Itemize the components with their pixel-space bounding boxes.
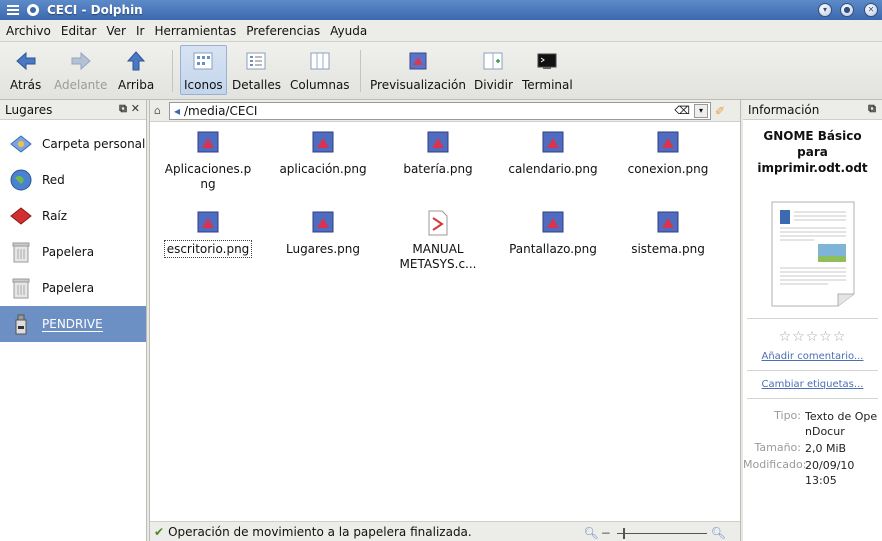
forward-button[interactable]: Adelante <box>54 46 107 92</box>
trash-icon <box>8 275 34 301</box>
check-icon: ✔ <box>154 524 165 539</box>
main-toolbar: Atrás Adelante Arriba Iconos Detalles Co… <box>0 42 882 100</box>
pdf-file-icon <box>388 208 488 238</box>
selected-file-name: GNOME Básico para imprimir.odt.odt <box>757 129 868 175</box>
menu-editar[interactable]: Editar <box>61 24 97 38</box>
menu-ver[interactable]: Ver <box>106 24 126 38</box>
image-file-icon <box>618 208 718 238</box>
terminal-button[interactable]: Terminal <box>522 46 573 92</box>
icons-view-button[interactable]: Iconos <box>180 45 227 95</box>
split-button[interactable]: Dividir <box>474 46 513 92</box>
info-header: Información ⧉ <box>743 100 882 120</box>
toolbar-separator <box>360 50 361 92</box>
file-item[interactable]: Pantallazo.png <box>503 208 603 257</box>
menu-preferencias[interactable]: Preferencias <box>246 24 320 38</box>
places-panel: Lugares ⧉ ✕ Carpeta personal Red Raíz Pa… <box>0 100 147 541</box>
home-icon <box>8 131 34 157</box>
location-dropdown[interactable]: ▾ <box>693 103 708 118</box>
image-file-icon <box>158 128 258 158</box>
location-bar: ⌂ ◂ /media/CECI ⌫ ▾ ✐ <box>150 100 740 122</box>
menu-ir[interactable]: Ir <box>136 24 144 38</box>
place-root[interactable]: Raíz <box>0 198 146 234</box>
image-file-icon <box>273 208 373 238</box>
menu-archivo[interactable]: Archivo <box>6 24 51 38</box>
place-trash-1[interactable]: Papelera <box>0 234 146 270</box>
menu-herramientas[interactable]: Herramientas <box>154 24 236 38</box>
zoom-track[interactable] <box>616 527 707 539</box>
preview-icon <box>408 46 428 76</box>
arrow-up-icon <box>126 46 146 76</box>
location-mode-icon[interactable]: ⌂ <box>154 104 161 117</box>
panel-float-close-icons[interactable]: ⧉ ✕ <box>119 102 140 116</box>
information-panel: Información ⧉ GNOME Básico para imprimir… <box>743 100 882 541</box>
image-file-icon <box>503 208 603 238</box>
place-trash-2[interactable]: Papelera <box>0 270 146 306</box>
dolphin-app-icon <box>27 4 39 16</box>
maximize-button[interactable]: ● <box>840 3 854 17</box>
bookmark-folder-icon[interactable]: ✐ <box>715 104 725 118</box>
image-file-icon <box>273 128 373 158</box>
window-menu-icon[interactable] <box>7 5 19 15</box>
zoom-thumb[interactable] <box>622 527 625 539</box>
window-title: CECI - Dolphin <box>47 3 143 17</box>
places-header: Lugares ⧉ ✕ <box>0 100 146 120</box>
file-item[interactable]: MANUAL METASYS.c... <box>388 208 488 272</box>
change-tags-link[interactable]: Cambiar etiquetas... <box>743 379 882 390</box>
file-item[interactable]: calendario.png <box>503 128 603 177</box>
columns-view-icon <box>310 46 330 76</box>
network-icon <box>8 167 34 193</box>
menubar: Archivo Editar Ver Ir Herramientas Prefe… <box>0 20 882 42</box>
document-preview <box>768 198 858 310</box>
split-view-icon <box>483 46 503 76</box>
status-bar: ✔ Operación de movimiento a la papelera … <box>150 521 740 541</box>
zoom-slider[interactable]: 🔍︎ − 🔍︎ <box>583 526 726 540</box>
arrow-left-icon <box>15 46 37 76</box>
file-item[interactable]: conexion.png <box>618 128 718 177</box>
file-view: ⌂ ◂ /media/CECI ⌫ ▾ ✐ Aplicaciones.p ng … <box>149 100 741 541</box>
image-file-icon <box>388 128 488 158</box>
image-file-icon <box>618 128 718 158</box>
file-item[interactable]: Lugares.png <box>273 208 373 257</box>
minimize-button[interactable]: ▾ <box>818 3 832 17</box>
panel-float-icon[interactable]: ⧉ <box>868 102 876 116</box>
file-item[interactable]: aplicación.png <box>273 128 373 177</box>
place-network[interactable]: Red <box>0 162 146 198</box>
usb-drive-icon <box>8 311 34 337</box>
location-field[interactable]: ◂ /media/CECI ⌫ ▾ <box>168 101 711 120</box>
place-home[interactable]: Carpeta personal <box>0 126 146 162</box>
image-file-icon <box>158 208 258 238</box>
clear-location-icon[interactable]: ⌫ <box>674 104 690 117</box>
file-item[interactable]: escritorio.png <box>158 208 258 258</box>
rating-stars[interactable]: ☆☆☆☆☆ <box>743 329 882 345</box>
zoom-in-icon[interactable]: 🔍︎ <box>711 526 726 540</box>
up-button[interactable]: Arriba <box>118 46 154 92</box>
file-item[interactable]: Aplicaciones.p ng <box>158 128 258 192</box>
close-button[interactable]: ✕ <box>864 3 878 17</box>
details-view-button[interactable]: Detalles <box>232 46 281 92</box>
preview-button[interactable]: Previsualización <box>370 46 466 92</box>
zoom-out-icon[interactable]: 🔍︎ <box>583 526 598 540</box>
image-file-icon <box>503 128 603 158</box>
terminal-icon <box>537 46 557 76</box>
toolbar-separator <box>172 50 173 92</box>
columns-view-button[interactable]: Columnas <box>290 46 350 92</box>
window-titlebar[interactable]: CECI - Dolphin ▾ ● ✕ <box>0 0 882 20</box>
file-item[interactable]: sistema.png <box>618 208 718 257</box>
add-comment-link[interactable]: Añadir comentario... <box>743 351 882 362</box>
back-button[interactable]: Atrás <box>10 46 41 92</box>
trash-icon <box>8 239 34 265</box>
icons-view-icon <box>193 46 213 76</box>
root-icon <box>8 203 34 229</box>
file-metadata: Tipo: Texto de OpenDocur Tamaño: 2,0 MiB… <box>743 409 878 487</box>
file-item[interactable]: batería.png <box>388 128 488 177</box>
place-pendrive[interactable]: PENDRIVE <box>0 306 146 342</box>
folder-arrow-icon: ◂ <box>173 103 181 118</box>
arrow-right-icon <box>70 46 92 76</box>
details-view-icon <box>246 46 266 76</box>
menu-ayuda[interactable]: Ayuda <box>330 24 367 38</box>
